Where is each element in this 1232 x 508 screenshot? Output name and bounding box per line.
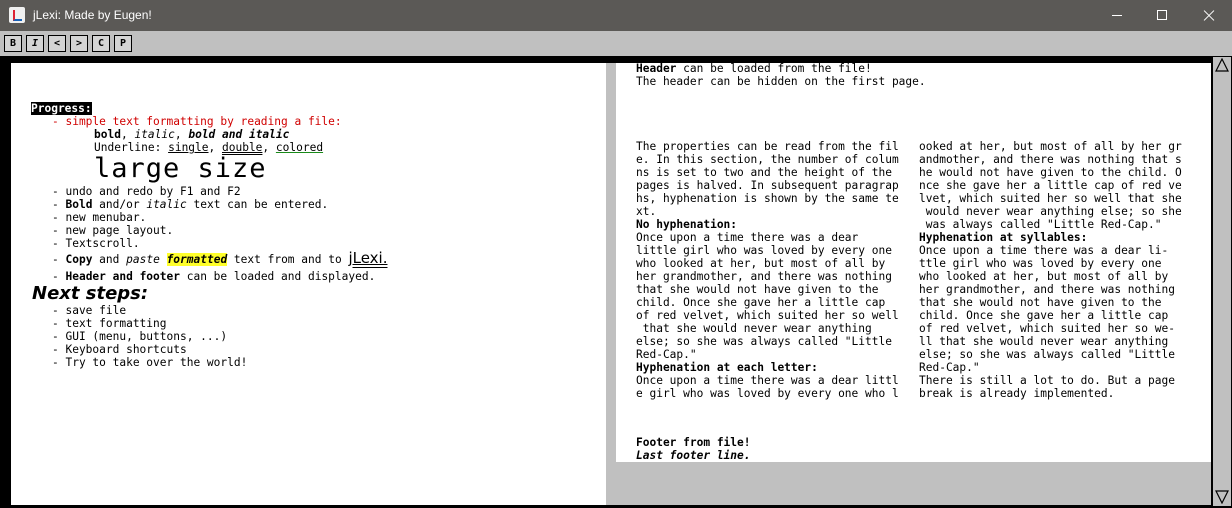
hyphenation-letter-heading: Hyphenation at each letter:: [636, 361, 818, 374]
italic-button[interactable]: I: [26, 35, 44, 52]
scroll-up-arrow-icon[interactable]: [1215, 58, 1229, 72]
page-header-line-1: Header can be loaded from the file!: [636, 62, 872, 75]
undo-button[interactable]: <: [48, 35, 66, 52]
maximize-button[interactable]: [1140, 0, 1186, 31]
no-hyphenation-heading: No hyphenation:: [636, 218, 738, 231]
toolbar: B I < > C P: [0, 31, 1232, 56]
paste-button[interactable]: P: [114, 35, 132, 52]
close-button[interactable]: [1186, 0, 1232, 31]
progress-heading: Progress:: [31, 102, 92, 115]
column-2-text: ooked at her, but most of all by her gr a…: [919, 140, 1182, 400]
window-title: jLexi: Made by Eugen!: [33, 8, 152, 22]
next-step-item: - Keyboard shortcuts: [52, 343, 187, 356]
format-sample-line: bold, italic, bold and italic: [94, 128, 290, 141]
progress-item-bold: - Bold and/or italic text can be entered…: [52, 198, 329, 211]
next-step-item: - text formatting: [52, 317, 167, 330]
progress-item-pagelayout: - new page layout.: [52, 224, 174, 237]
page-footer-line-1: Footer from file!: [636, 436, 751, 449]
scroll-down-arrow-icon[interactable]: [1215, 490, 1229, 504]
progress-item-copy-paste: - Copy and paste formatted text from and…: [52, 249, 388, 267]
progress-item-undo: - undo and redo by F1 and F2: [52, 185, 241, 198]
bold-button[interactable]: B: [4, 35, 22, 52]
vertical-scrollbar[interactable]: [1212, 57, 1231, 506]
column-1-text: The properties can be read from the fil e…: [636, 140, 899, 400]
next-step-item: - GUI (menu, buttons, ...): [52, 330, 228, 343]
progress-item-textscroll: - Textscroll.: [52, 237, 140, 250]
copy-button[interactable]: C: [92, 35, 110, 52]
redo-button[interactable]: >: [70, 35, 88, 52]
hyphenation-syllables-heading: Hyphenation at syllables:: [919, 231, 1088, 244]
large-size-sample: large size: [94, 153, 267, 184]
next-step-item: - Try to take over the world!: [52, 356, 248, 369]
progress-item-formatting: - simple text formatting by reading a fi…: [52, 115, 342, 128]
progress-item-menubar: - new menubar.: [52, 211, 147, 224]
next-steps-heading: Next steps:: [32, 283, 149, 304]
page-footer-line-2: Last footer line.: [636, 449, 751, 462]
minimize-button[interactable]: [1094, 0, 1140, 31]
progress-item-header-footer: - Header and footer can be loaded and di…: [52, 270, 376, 283]
page-header-line-2: The header can be hidden on the first pa…: [636, 75, 926, 88]
java-app-icon: [9, 7, 25, 23]
title-bar: jLexi: Made by Eugen!: [0, 0, 1232, 31]
next-step-item: - save file: [52, 304, 127, 317]
